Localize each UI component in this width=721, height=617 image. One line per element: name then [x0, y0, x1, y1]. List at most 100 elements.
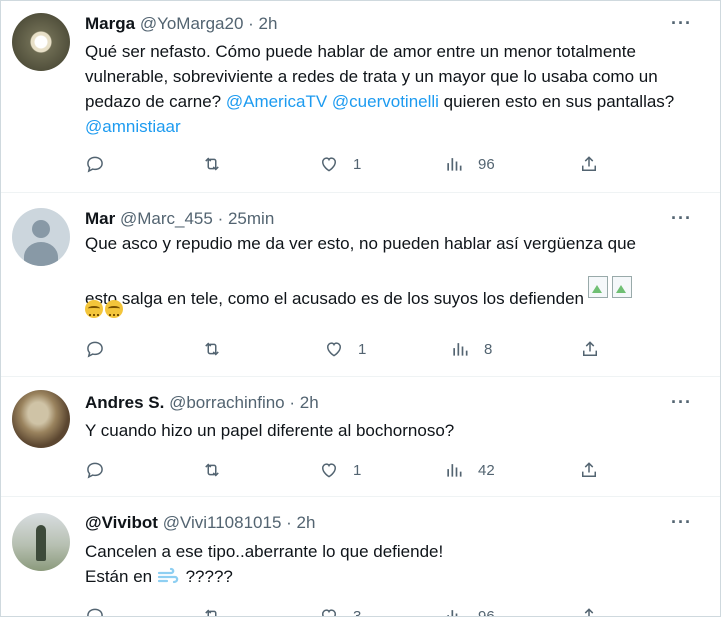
- share-icon: [579, 606, 599, 617]
- retweet-button[interactable]: [202, 458, 222, 482]
- more-icon[interactable]: ···: [671, 208, 692, 229]
- display-name[interactable]: @Vivibot: [85, 513, 158, 532]
- mention-link[interactable]: @amnistiaar: [85, 117, 181, 136]
- like-icon: [319, 606, 339, 617]
- user-handle[interactable]: @YoMarga20: [140, 14, 244, 33]
- retweet-button[interactable]: [202, 604, 222, 617]
- default-avatar-body: [24, 242, 58, 266]
- tweet-header: Marga @YoMarga20 · 2h: [85, 14, 277, 34]
- text-segment: Están en: [85, 567, 153, 586]
- tweet-actions: 1 42: [85, 458, 605, 482]
- more-icon[interactable]: ···: [671, 13, 692, 34]
- timestamp[interactable]: 2h: [259, 14, 278, 33]
- text-segment: quieren esto en sus pantallas?: [438, 92, 675, 111]
- retweet-icon: [202, 154, 222, 174]
- tweet-header: Mar @Marc_455 · 25min: [85, 209, 274, 229]
- views-icon: [450, 339, 470, 359]
- like-count: 1: [353, 155, 362, 173]
- tweet-text: Que asco y repudio me da ver esto, no pu…: [85, 232, 705, 322]
- reply-icon: [85, 339, 105, 359]
- reply-button[interactable]: [85, 458, 105, 482]
- avatar[interactable]: [12, 390, 70, 448]
- like-button[interactable]: 1: [319, 458, 361, 482]
- share-button[interactable]: [579, 604, 599, 617]
- share-icon: [579, 460, 599, 480]
- views-icon: [444, 154, 464, 174]
- share-button[interactable]: [580, 337, 600, 361]
- user-handle[interactable]: @Vivi11081015: [163, 513, 282, 532]
- retweet-button[interactable]: [202, 152, 222, 176]
- like-button[interactable]: 1: [324, 337, 366, 361]
- views-button[interactable]: 96: [444, 604, 495, 617]
- text-line: Que asco y repudio me da ver esto, no pu…: [85, 234, 636, 253]
- wind-face-emoji-icon: [157, 567, 179, 584]
- timestamp[interactable]: 25min: [228, 209, 274, 228]
- display-name[interactable]: Mar: [85, 209, 115, 228]
- like-icon: [319, 154, 339, 174]
- separator: ·: [248, 14, 254, 33]
- tweet-3[interactable]: Andres S. @borrachinfino · 2h ··· Y cuan…: [1, 376, 720, 497]
- like-count: 3: [353, 607, 362, 617]
- like-button[interactable]: 1: [319, 152, 361, 176]
- views-icon: [444, 460, 464, 480]
- views-icon: [444, 606, 464, 617]
- separator: ·: [286, 513, 292, 532]
- retweet-button[interactable]: [202, 337, 222, 361]
- views-button[interactable]: 42: [444, 458, 495, 482]
- tweet-4[interactable]: @Vivibot @Vivi11081015 · 2h ··· Cancelen…: [1, 496, 720, 617]
- like-icon: [319, 460, 339, 480]
- default-avatar-head: [32, 220, 50, 238]
- share-icon: [580, 339, 600, 359]
- share-button[interactable]: [579, 458, 599, 482]
- text-segment: esto salga en tele, como el acusado es d…: [85, 289, 584, 308]
- broken-image-icon: [588, 276, 608, 298]
- tweet-1[interactable]: Marga @YoMarga20 · 2h ··· Qué ser nefast…: [1, 1, 720, 193]
- like-icon: [324, 339, 344, 359]
- like-button[interactable]: 3: [319, 604, 362, 617]
- timestamp[interactable]: 2h: [297, 513, 316, 532]
- reply-icon: [85, 154, 105, 174]
- reply-icon: [85, 606, 105, 617]
- mention-link[interactable]: @AmericaTV: [226, 92, 327, 111]
- display-name[interactable]: Andres S.: [85, 393, 164, 412]
- reply-button[interactable]: [85, 152, 105, 176]
- separator: ·: [217, 209, 224, 228]
- like-count: 1: [358, 340, 367, 358]
- avatar-figure: [36, 525, 46, 561]
- more-icon[interactable]: ···: [671, 392, 692, 413]
- views-count: 42: [478, 461, 495, 479]
- user-handle[interactable]: @Marc_455: [120, 209, 213, 228]
- text-line: esto salga en tele, como el acusado es d…: [85, 276, 705, 308]
- tweet-header: @Vivibot @Vivi11081015 · 2h: [85, 513, 315, 533]
- share-icon: [579, 154, 599, 174]
- timestamp[interactable]: 2h: [300, 393, 319, 412]
- tweet-2[interactable]: Mar @Marc_455 · 25min ··· Que asco y rep…: [1, 192, 720, 377]
- like-count: 1: [353, 461, 362, 479]
- retweet-icon: [202, 460, 222, 480]
- tweet-actions: 3 96: [85, 604, 605, 617]
- retweet-icon: [202, 606, 222, 617]
- views-button[interactable]: 96: [444, 152, 495, 176]
- reply-button[interactable]: [85, 604, 105, 617]
- avatar[interactable]: [12, 513, 70, 571]
- retweet-icon: [202, 339, 222, 359]
- mention-link[interactable]: @cuervotinelli: [332, 92, 439, 111]
- views-count: 8: [484, 340, 493, 358]
- share-button[interactable]: [579, 152, 599, 176]
- reply-button[interactable]: [85, 337, 105, 361]
- avatar[interactable]: [12, 13, 70, 71]
- avatar[interactable]: [12, 208, 70, 266]
- broken-image-icon: [612, 276, 632, 298]
- text-segment: ?????: [185, 567, 233, 586]
- views-button[interactable]: 8: [450, 337, 492, 361]
- reply-icon: [85, 460, 105, 480]
- separator: ·: [289, 393, 296, 412]
- tweet-text: Cancelen a ese tipo..aberrante lo que de…: [85, 539, 705, 589]
- user-handle[interactable]: @borrachinfino: [169, 393, 285, 412]
- more-icon[interactable]: ···: [671, 512, 692, 533]
- tweet-actions: 1 8: [85, 337, 605, 361]
- views-count: 96: [478, 155, 495, 173]
- display-name[interactable]: Marga: [85, 14, 135, 33]
- hot-face-emoji-icon: [105, 300, 123, 318]
- tweet-text: Qué ser nefasto. Cómo puede hablar de am…: [85, 39, 705, 139]
